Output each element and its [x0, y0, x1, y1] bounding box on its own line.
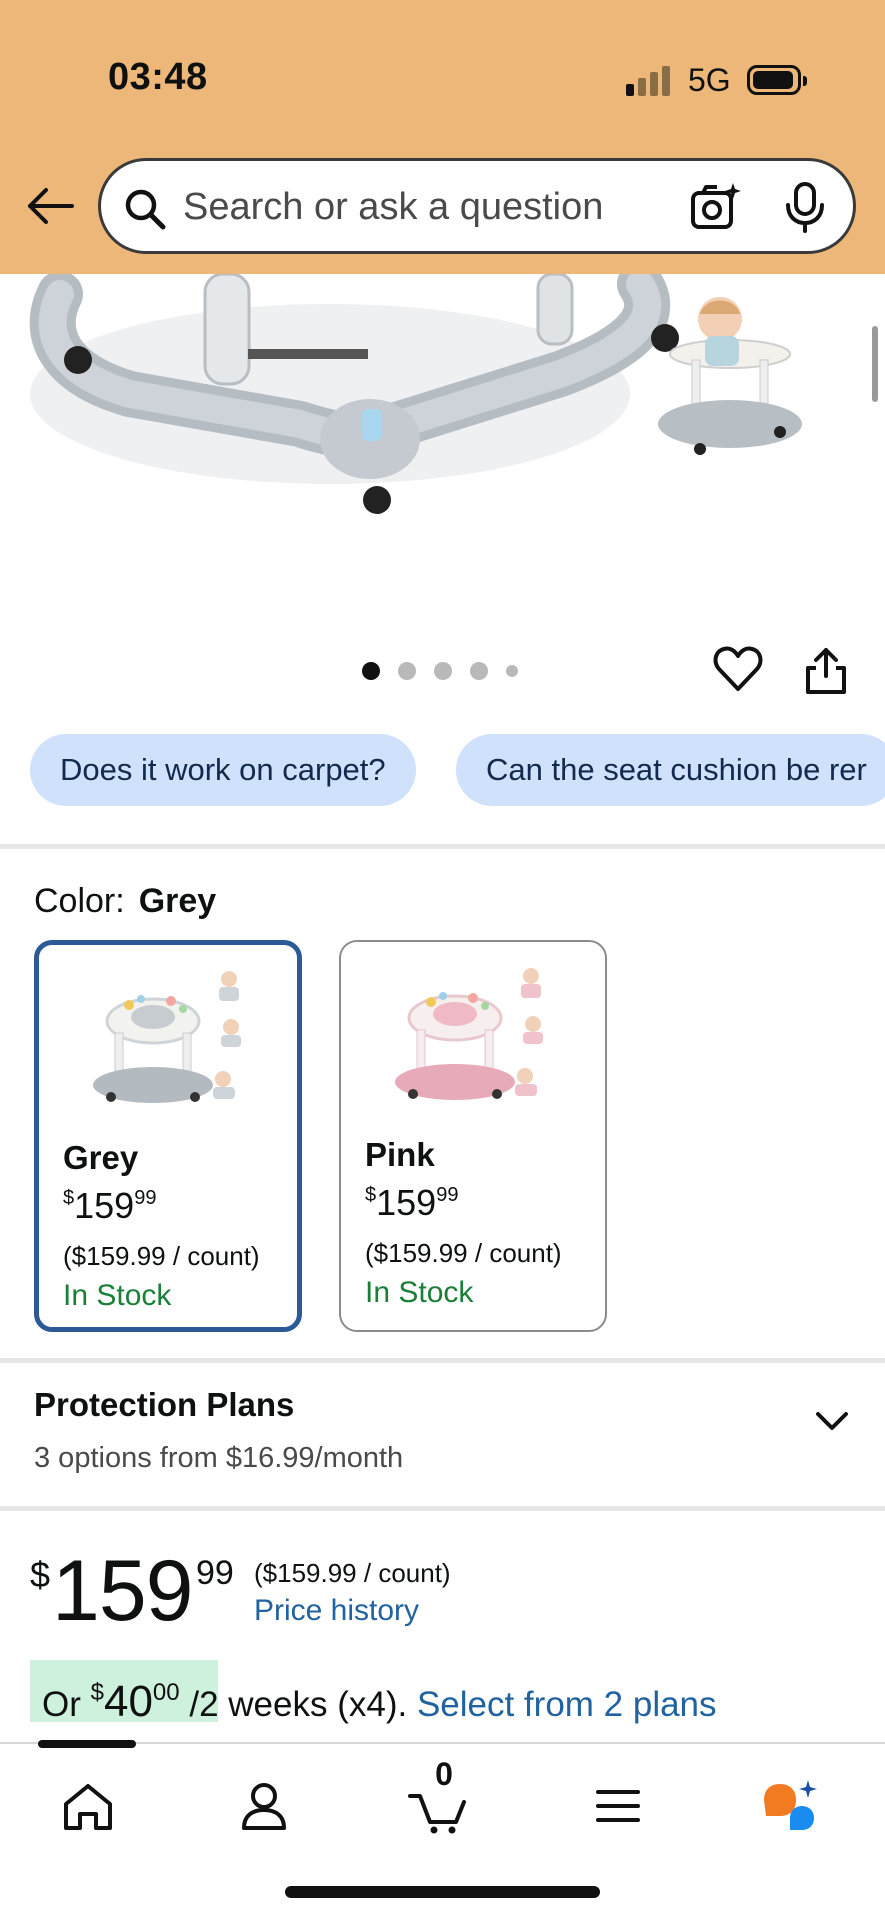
home-icon[interactable] — [56, 1774, 120, 1838]
protection-plans-subtitle: 3 options from $16.99/month — [34, 1442, 404, 1474]
cart-count: 0 — [435, 1756, 453, 1792]
question-chip[interactable]: Can the seat cushion be rer — [456, 734, 885, 806]
carousel-dot[interactable] — [398, 662, 416, 680]
camera-search-icon[interactable] — [689, 181, 741, 233]
variant-stock-status: In Stock — [365, 1276, 474, 1309]
baby-walker-image — [29, 274, 802, 514]
menu-icon[interactable] — [586, 1774, 650, 1838]
grey-walker-image — [93, 971, 241, 1103]
suggested-questions: Does it work on carpet? Can the seat cus… — [30, 734, 885, 806]
selected-color: Grey — [138, 882, 217, 920]
search-icon — [125, 189, 166, 230]
variant-name: Pink — [365, 1136, 435, 1173]
variant-price: $15999 — [63, 1185, 157, 1226]
variant-name: Grey — [63, 1139, 139, 1176]
question-chip[interactable]: Does it work on carpet? — [30, 734, 416, 806]
header: 03:48 5G — [0, 0, 885, 274]
variant-grey[interactable]: Grey $15999 ($159.99 / count) In Stock — [34, 940, 302, 1332]
product-page: 03:48 5G Search or ask a question Does i… — [0, 0, 885, 1920]
carousel-dot[interactable] — [470, 662, 488, 680]
carousel-dot[interactable] — [362, 662, 380, 680]
divider — [0, 1506, 885, 1511]
divider — [0, 1358, 885, 1363]
color-label: Color: Grey — [34, 882, 217, 920]
variant-unit-price: ($159.99 / count) — [63, 1241, 260, 1271]
rufus-assistant-icon[interactable] — [760, 1774, 824, 1838]
status-time: 03:48 — [108, 56, 208, 98]
product-image[interactable] — [0, 274, 885, 634]
back-arrow-icon[interactable] — [24, 180, 76, 232]
network-type: 5G — [688, 62, 731, 98]
variant-unit-price: ($159.99 / count) — [365, 1238, 562, 1268]
variant-pink[interactable]: Pink $15999 ($159.99 / count) In Stock — [339, 940, 607, 1332]
search-input[interactable] — [183, 179, 653, 235]
heart-icon[interactable] — [712, 644, 764, 694]
cellular-signal-icon — [626, 66, 672, 96]
variant-price: $15999 — [365, 1182, 459, 1223]
carousel-dot[interactable] — [506, 665, 518, 677]
pink-walker-image — [395, 968, 543, 1100]
divider — [0, 844, 885, 849]
microphone-icon[interactable] — [783, 181, 827, 233]
share-icon[interactable] — [802, 644, 850, 696]
carousel-dot[interactable] — [434, 662, 452, 680]
active-tab-indicator — [38, 1740, 136, 1748]
baby-in-walker-thumbnail — [658, 297, 802, 455]
scrollbar[interactable] — [872, 326, 878, 402]
price-history-link[interactable]: Price history — [254, 1594, 419, 1628]
account-icon[interactable] — [232, 1774, 296, 1838]
protection-plans-title[interactable]: Protection Plans — [34, 1386, 294, 1424]
variant-stock-status: In Stock — [63, 1279, 172, 1312]
unit-price: ($159.99 / count) — [254, 1558, 451, 1588]
home-indicator[interactable] — [285, 1886, 600, 1898]
select-plans-link[interactable]: Select from 2 plans — [417, 1685, 717, 1724]
search-bar[interactable] — [98, 158, 856, 254]
chevron-down-icon[interactable] — [812, 1404, 852, 1438]
battery-icon — [747, 65, 807, 95]
